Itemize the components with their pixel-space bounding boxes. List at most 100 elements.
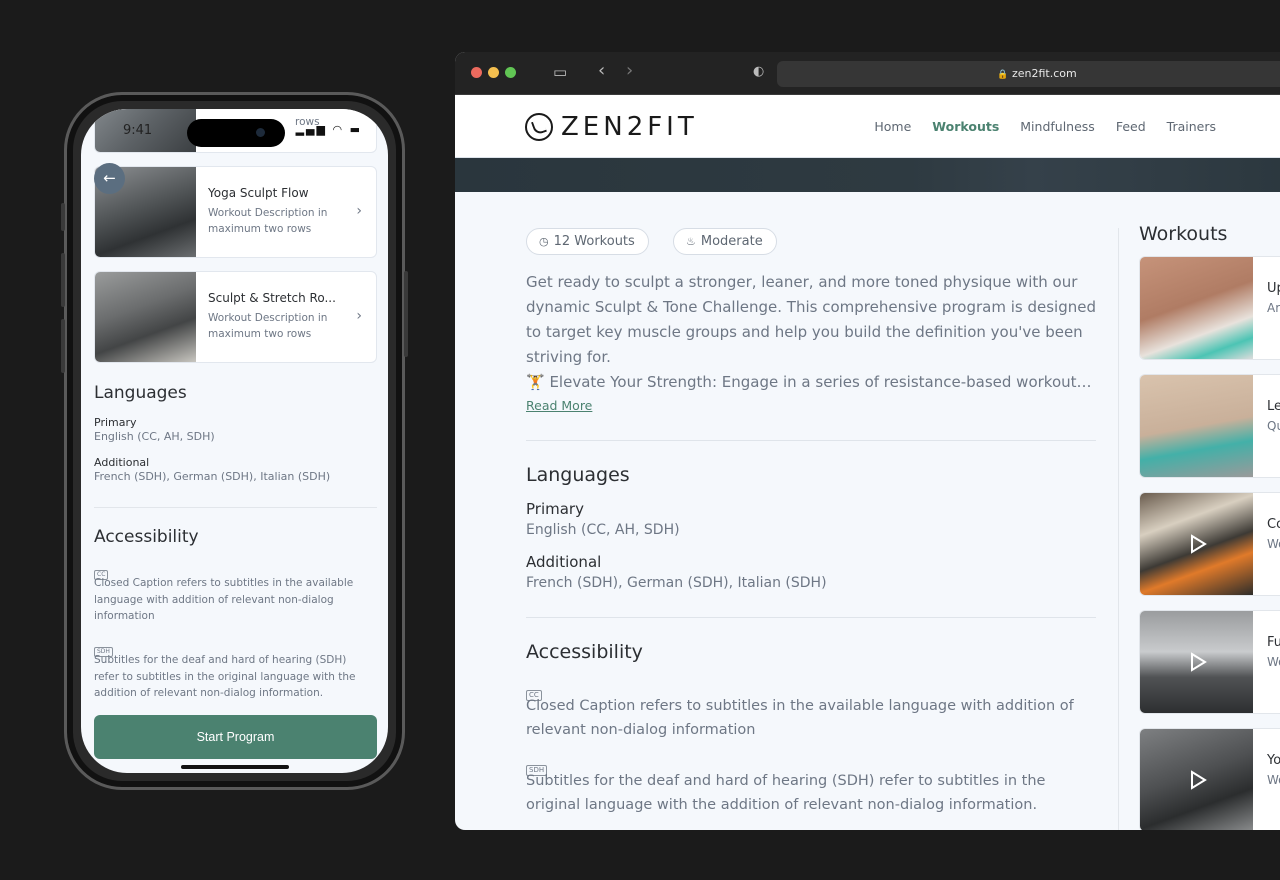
intensity-pill: ♨ Moderate xyxy=(673,228,777,255)
primary-value: English (CC, AH, SDH) xyxy=(526,522,680,538)
workout-subtitle: Wo xyxy=(1267,655,1280,669)
divider xyxy=(526,617,1096,618)
description-text: Get ready to sculpt a stronger, leaner, … xyxy=(526,273,1096,366)
workout-card[interactable]: Sculpt & Stretch Ro... Workout Descripti… xyxy=(94,271,377,363)
workout-thumbnail xyxy=(95,272,196,362)
workout-desc: Workout Description in maximum two rows xyxy=(208,207,328,235)
browser-toolbar: ▭ ‹ › ◐ 🔒 zen2fit.com xyxy=(455,52,1280,95)
home-indicator xyxy=(181,765,289,769)
hero-banner xyxy=(455,158,1280,192)
dynamic-island xyxy=(187,119,285,147)
start-program-button[interactable]: Start Program xyxy=(94,715,377,759)
languages-heading: Languages xyxy=(526,464,630,486)
minimize-window-button[interactable] xyxy=(488,67,499,78)
phone-volume-down-button xyxy=(61,319,65,373)
read-more-link[interactable]: Read More xyxy=(526,398,592,413)
phone-mute-button xyxy=(61,203,65,231)
workout-title: Sculpt & Stretch Ro... xyxy=(208,291,336,305)
brand-logo[interactable]: ZEN2FIT xyxy=(525,112,698,142)
play-icon[interactable] xyxy=(1184,531,1210,557)
column-divider xyxy=(1118,228,1119,830)
workout-title: Co xyxy=(1267,517,1280,532)
workouts-count: 12 Workouts xyxy=(553,234,635,249)
flame-icon: ♨ xyxy=(686,235,696,248)
back-button[interactable]: ← xyxy=(94,163,125,194)
maximize-window-button[interactable] xyxy=(505,67,516,78)
cc-description: Closed Caption refers to subtitles in th… xyxy=(526,698,1074,738)
sidebar-toggle-icon[interactable]: ▭ xyxy=(553,63,567,81)
main-nav: Home Workouts Mindfulness Feed Trainers xyxy=(874,119,1216,134)
divider xyxy=(526,440,1096,441)
status-icons: ▂▄▆ ◠ ▬ xyxy=(296,123,362,136)
accessibility-heading: Accessibility xyxy=(526,641,643,663)
workout-thumbnail xyxy=(1140,257,1253,359)
nav-feed[interactable]: Feed xyxy=(1116,119,1146,134)
arrow-left-icon: ← xyxy=(103,169,116,187)
mockup-stage: rows 9:41 ▂▄▆ ◠ ▬ Yoga Sculpt Flow Worko… xyxy=(0,0,1280,880)
workout-thumbnail xyxy=(1140,493,1253,595)
workout-desc: Workout Description in maximum two rows xyxy=(208,312,328,340)
shield-icon[interactable]: ◐ xyxy=(753,64,764,79)
workout-thumbnail xyxy=(1140,729,1253,830)
lock-icon: 🔒 xyxy=(997,70,1009,80)
workout-title: Yoga Sculpt Flow xyxy=(208,186,309,200)
nav-workouts[interactable]: Workouts xyxy=(932,119,999,134)
workout-card[interactable]: Yoga Sculpt Flow Workout Description in … xyxy=(94,166,377,258)
clock-icon: ◷ xyxy=(539,235,549,248)
workout-subtitle: Qu xyxy=(1267,419,1280,433)
sidebar-workout-card[interactable]: Co Wo xyxy=(1139,492,1280,596)
forward-icon[interactable]: › xyxy=(626,60,633,81)
nav-home[interactable]: Home xyxy=(874,119,911,134)
intensity-value: Moderate xyxy=(700,234,763,249)
additional-label: Additional xyxy=(526,553,602,571)
phone-power-button xyxy=(404,271,408,357)
cc-description: Closed Caption refers to subtitles in th… xyxy=(94,577,354,622)
workout-subtitle: Wo xyxy=(1267,537,1280,551)
sidebar-workouts-title: Workouts xyxy=(1139,223,1228,245)
status-bar: 9:41 ▂▄▆ ◠ ▬ xyxy=(81,109,388,153)
signal-icon: ▂▄▆ xyxy=(295,123,327,136)
sidebar-workout-card[interactable]: Fu Wo xyxy=(1139,610,1280,714)
sidebar-workout-card[interactable]: Yo Wo xyxy=(1139,728,1280,830)
additional-label: Additional xyxy=(94,456,150,469)
address-bar[interactable]: 🔒 zen2fit.com xyxy=(777,61,1280,87)
languages-heading: Languages xyxy=(94,383,187,403)
divider xyxy=(94,507,377,508)
accessibility-heading: Accessibility xyxy=(94,527,199,547)
description-line: 🏋️ Elevate Your Strength: Engage in a se… xyxy=(526,373,1098,391)
primary-value: English (CC, AH, SDH) xyxy=(94,430,215,443)
additional-value: French (SDH), German (SDH), Italian (SDH… xyxy=(526,575,827,591)
play-icon[interactable] xyxy=(1184,649,1210,675)
camera-icon xyxy=(256,128,265,137)
brand-name: ZEN2FIT xyxy=(561,112,698,142)
url-text: zen2fit.com xyxy=(1011,67,1077,80)
logo-icon xyxy=(525,113,553,141)
workout-subtitle: Wo xyxy=(1267,773,1280,787)
phone-screen: rows 9:41 ▂▄▆ ◠ ▬ Yoga Sculpt Flow Worko… xyxy=(81,109,388,773)
chevron-right-icon: › xyxy=(356,308,362,324)
primary-label: Primary xyxy=(526,500,584,518)
program-description: Get ready to sculpt a stronger, leaner, … xyxy=(526,270,1098,395)
nav-mindfulness[interactable]: Mindfulness xyxy=(1020,119,1095,134)
workout-title: Le xyxy=(1267,399,1280,414)
chevron-right-icon: › xyxy=(356,203,362,219)
workout-title: Up xyxy=(1267,281,1280,296)
workouts-count-pill: ◷ 12 Workouts xyxy=(526,228,649,255)
site-header: ZEN2FIT Home Workouts Mindfulness Feed T… xyxy=(455,95,1280,158)
primary-label: Primary xyxy=(94,416,137,429)
battery-icon: ▬ xyxy=(349,123,362,136)
sdh-description: Subtitles for the deaf and hard of heari… xyxy=(94,654,356,699)
browser-window: ▭ ‹ › ◐ 🔒 zen2fit.com ZEN2FIT Home Worko… xyxy=(455,52,1280,830)
phone-volume-up-button xyxy=(61,253,65,307)
close-window-button[interactable] xyxy=(471,67,482,78)
additional-value: French (SDH), German (SDH), Italian (SDH… xyxy=(94,470,331,483)
workout-title: Fu xyxy=(1267,635,1280,650)
sidebar-workout-card[interactable]: Up Ar xyxy=(1139,256,1280,360)
workout-thumbnail xyxy=(1140,611,1253,713)
status-time: 9:41 xyxy=(123,123,153,138)
play-icon[interactable] xyxy=(1184,767,1210,793)
nav-trainers[interactable]: Trainers xyxy=(1167,119,1216,134)
back-icon[interactable]: ‹ xyxy=(598,60,605,81)
wifi-icon: ◠ xyxy=(332,123,345,136)
sidebar-workout-card[interactable]: Le Qu xyxy=(1139,374,1280,478)
